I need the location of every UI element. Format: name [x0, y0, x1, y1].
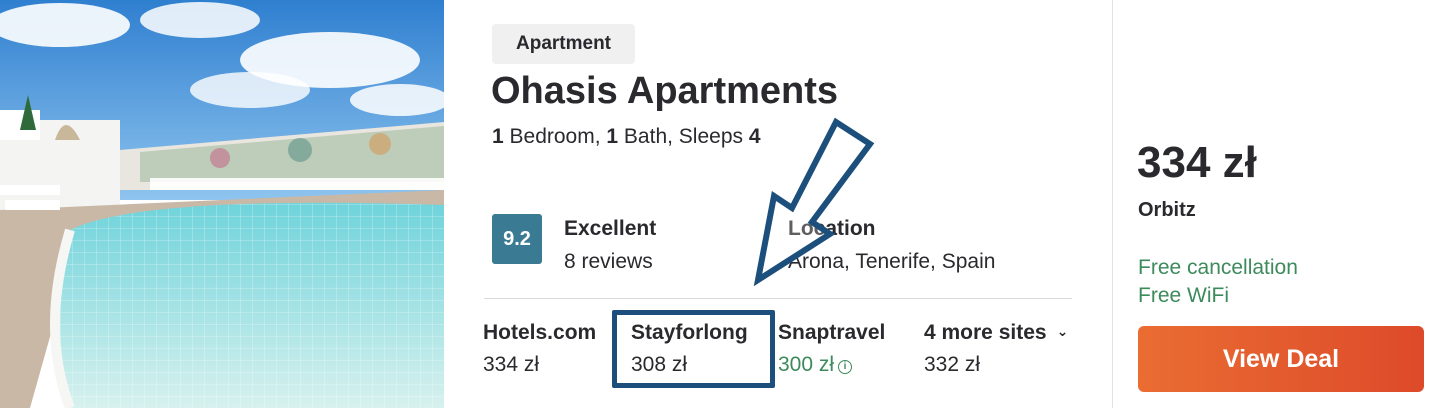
site-name-row: 4 more sites ⌄ — [924, 321, 1068, 345]
site-option-snaptravel[interactable]: Snaptravel 300 zł i — [778, 321, 885, 377]
annotation-arrow-icon — [753, 117, 875, 287]
perk-free-wifi: Free WiFi — [1138, 284, 1229, 307]
chevron-down-icon: ⌄ — [1056, 323, 1069, 339]
site-name: Hotels.com — [483, 321, 597, 344]
perk-free-cancellation: Free cancellation — [1138, 256, 1298, 279]
hotel-photo[interactable] — [0, 0, 444, 408]
bedroom-label: Bedroom, — [503, 125, 607, 148]
hotel-name[interactable]: Ohasis Apartments — [491, 70, 838, 113]
rating-score-badge: 9.2 — [492, 214, 542, 264]
site-price: 300 zł i — [778, 353, 885, 377]
bath-label: Bath, Sleeps — [618, 125, 749, 148]
site-name: Snaptravel — [778, 321, 886, 344]
more-sites-toggle[interactable]: 4 more sites ⌄ 332 zł — [924, 321, 1068, 377]
site-price: 332 zł — [924, 353, 981, 376]
property-type-badge: Apartment — [492, 24, 636, 64]
more-sites-label: 4 more sites — [924, 321, 1047, 344]
site-option-hotels-com[interactable]: Hotels.com 334 zł — [483, 321, 596, 377]
rating-label: Excellent — [564, 217, 657, 240]
info-icon[interactable]: i — [838, 360, 853, 374]
review-count[interactable]: 8 reviews — [564, 250, 653, 274]
pool-image — [0, 0, 444, 408]
panel-separator — [1112, 0, 1113, 408]
site-price: 334 zł — [483, 353, 540, 376]
view-deal-button[interactable]: View Deal — [1138, 326, 1424, 392]
annotation-highlight-box — [612, 310, 775, 388]
deal-provider: Orbitz — [1138, 199, 1196, 221]
divider — [484, 298, 1072, 299]
deal-price: 334 zł — [1137, 138, 1257, 187]
bedroom-count: 1 — [492, 125, 504, 148]
site-price-value: 300 zł — [778, 353, 835, 376]
property-facts: 1 Bedroom, 1 Bath, Sleeps 4 — [492, 125, 761, 149]
bath-count: 1 — [606, 125, 619, 148]
